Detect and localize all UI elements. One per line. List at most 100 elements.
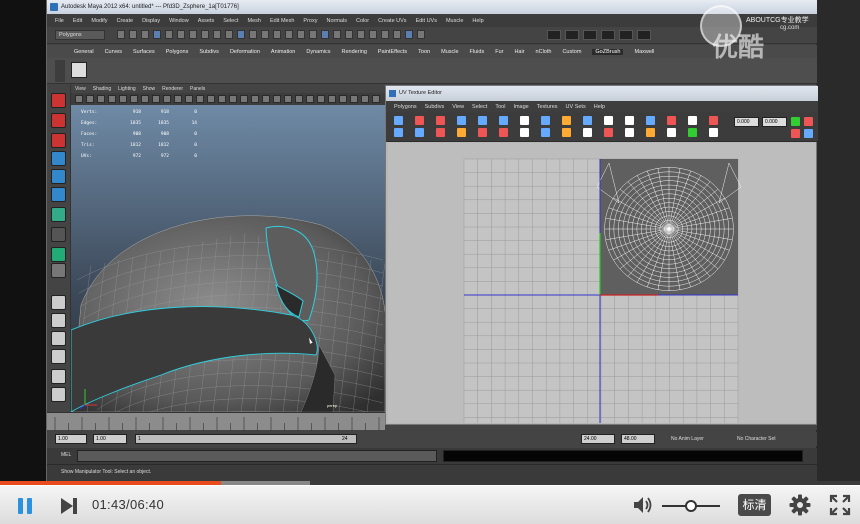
menu-edit-uvs[interactable]: Edit UVs <box>416 18 437 24</box>
status-tool-icon[interactable] <box>381 30 389 39</box>
scale-tool-icon[interactable] <box>51 187 66 202</box>
shelf-tab-general[interactable]: General <box>74 49 94 55</box>
uv-tool-icon[interactable] <box>804 129 813 138</box>
end-time-field[interactable]: 48.00 <box>621 434 655 444</box>
viewport-tool-icon[interactable] <box>130 95 138 103</box>
status-tool-icon[interactable] <box>237 30 245 39</box>
viewport-tool-icon[interactable] <box>361 95 369 103</box>
status-tool-icon[interactable] <box>117 30 125 39</box>
status-tool-icon[interactable] <box>141 30 149 39</box>
uv-tool-icon[interactable] <box>667 128 676 137</box>
anim-layer-dropdown[interactable]: No Anim Layer <box>671 434 733 444</box>
shelf-tab-dynamics[interactable]: Dynamics <box>306 49 330 55</box>
viewport-tool-icon[interactable] <box>372 95 380 103</box>
uv-tool-icon[interactable] <box>646 116 655 125</box>
status-tool-icon[interactable] <box>297 30 305 39</box>
uv-tool-icon[interactable] <box>499 128 508 137</box>
uv-tool-icon[interactable] <box>478 116 487 125</box>
viewport-tool-icon[interactable] <box>97 95 105 103</box>
status-field[interactable] <box>601 30 615 40</box>
shelf-options-icon[interactable] <box>55 60 65 82</box>
viewport-tool-icon[interactable] <box>75 95 83 103</box>
settings-gear-icon[interactable] <box>789 494 811 516</box>
playback-end-field[interactable]: 24.00 <box>581 434 615 444</box>
volume-icon[interactable] <box>632 494 654 516</box>
uv-tool-icon[interactable] <box>604 128 613 137</box>
uv-tool-icon[interactable] <box>499 116 508 125</box>
uv-tool-icon[interactable] <box>562 116 571 125</box>
menu-assets[interactable]: Assets <box>198 18 215 24</box>
graph-layout-icon[interactable] <box>51 349 66 364</box>
shelf-tab-surfaces[interactable]: Surfaces <box>133 49 155 55</box>
uv-tool-icon[interactable] <box>804 117 813 126</box>
uv-tool-icon[interactable] <box>541 128 550 137</box>
viewport-menu-panels[interactable]: Panels <box>190 86 205 92</box>
shelf-tab-animation[interactable]: Animation <box>271 49 295 55</box>
shelf-tab-custom[interactable]: Custom <box>562 49 581 55</box>
viewport-tool-icon[interactable] <box>273 95 281 103</box>
viewport-tool-icon[interactable] <box>152 95 160 103</box>
status-field[interactable] <box>583 30 597 40</box>
status-tool-icon[interactable] <box>225 30 233 39</box>
goz-shelf-icon[interactable] <box>71 62 87 78</box>
uv-menu-tool[interactable]: Tool <box>495 104 505 110</box>
uv-tool-icon[interactable] <box>791 117 800 126</box>
uv-tool-icon[interactable] <box>541 116 550 125</box>
status-tool-icon[interactable] <box>129 30 137 39</box>
volume-knob[interactable] <box>685 500 697 512</box>
viewport-menu-show[interactable]: Show <box>143 86 156 92</box>
viewport-tool-icon[interactable] <box>284 95 292 103</box>
uv-tool-icon[interactable] <box>457 128 466 137</box>
status-tool-icon[interactable] <box>321 30 329 39</box>
fullscreen-icon[interactable] <box>829 494 851 516</box>
viewport-tool-icon[interactable] <box>339 95 347 103</box>
shelf-tab-deformation[interactable]: Deformation <box>230 49 260 55</box>
uv-tool-icon[interactable] <box>415 116 424 125</box>
uv-menu-view[interactable]: View <box>452 104 464 110</box>
uv-menu-image[interactable]: Image <box>513 104 528 110</box>
viewport-tool-icon[interactable] <box>328 95 336 103</box>
status-tool-icon[interactable] <box>201 30 209 39</box>
viewport-tool-icon[interactable] <box>185 95 193 103</box>
mode-select[interactable]: Polygons <box>55 30 105 40</box>
status-tool-icon[interactable] <box>189 30 197 39</box>
menu-mesh[interactable]: Mesh <box>248 18 261 24</box>
status-tool-icon[interactable] <box>309 30 317 39</box>
shelf-tab-polygons[interactable]: Polygons <box>166 49 189 55</box>
single-pane-icon[interactable] <box>51 295 66 310</box>
select-tool-icon[interactable] <box>51 93 66 108</box>
uv-menu-subdivs[interactable]: Subdivs <box>425 104 445 110</box>
shelf-tab-maxwell[interactable]: Maxwell <box>634 49 654 55</box>
viewport-tool-icon[interactable] <box>306 95 314 103</box>
shelf-tab-toon[interactable]: Toon <box>418 49 430 55</box>
uv-tool-icon[interactable] <box>415 128 424 137</box>
uv-tool-icon[interactable] <box>709 116 718 125</box>
shelf-tab-muscle[interactable]: Muscle <box>441 49 458 55</box>
status-tool-icon[interactable] <box>177 30 185 39</box>
menu-create-uvs[interactable]: Create UVs <box>378 18 406 24</box>
uv-tool-icon[interactable] <box>478 128 487 137</box>
playback-start-field[interactable]: 1.00 <box>93 434 127 444</box>
viewport-tool-icon[interactable] <box>262 95 270 103</box>
viewport-tool-icon[interactable] <box>251 95 259 103</box>
menu-window[interactable]: Window <box>169 18 189 24</box>
character-set-dropdown[interactable]: No Character Set <box>737 434 809 444</box>
status-tool-icon[interactable] <box>249 30 257 39</box>
shelf-tab-gozbrush[interactable]: GoZBrush <box>592 48 624 55</box>
status-tool-icon[interactable] <box>369 30 377 39</box>
layout-icon[interactable] <box>51 247 66 262</box>
menu-edit-mesh[interactable]: Edit Mesh <box>270 18 294 24</box>
shelf-tab-hair[interactable]: Hair <box>514 49 524 55</box>
menu-color[interactable]: Color <box>356 18 369 24</box>
uv-u-field[interactable]: 0.000 <box>734 117 759 127</box>
next-icon[interactable] <box>58 496 80 516</box>
menu-muscle[interactable]: Muscle <box>446 18 463 24</box>
uv-tool-icon[interactable] <box>394 128 403 137</box>
viewport-menu-lighting[interactable]: Lighting <box>118 86 136 92</box>
viewport-tool-icon[interactable] <box>229 95 237 103</box>
four-pane-icon[interactable] <box>51 313 66 328</box>
manipulator-icon[interactable] <box>51 207 66 222</box>
uv-menu-polygons[interactable]: Polygons <box>394 104 417 110</box>
menu-help[interactable]: Help <box>472 18 483 24</box>
shelf-tab-curves[interactable]: Curves <box>105 49 122 55</box>
